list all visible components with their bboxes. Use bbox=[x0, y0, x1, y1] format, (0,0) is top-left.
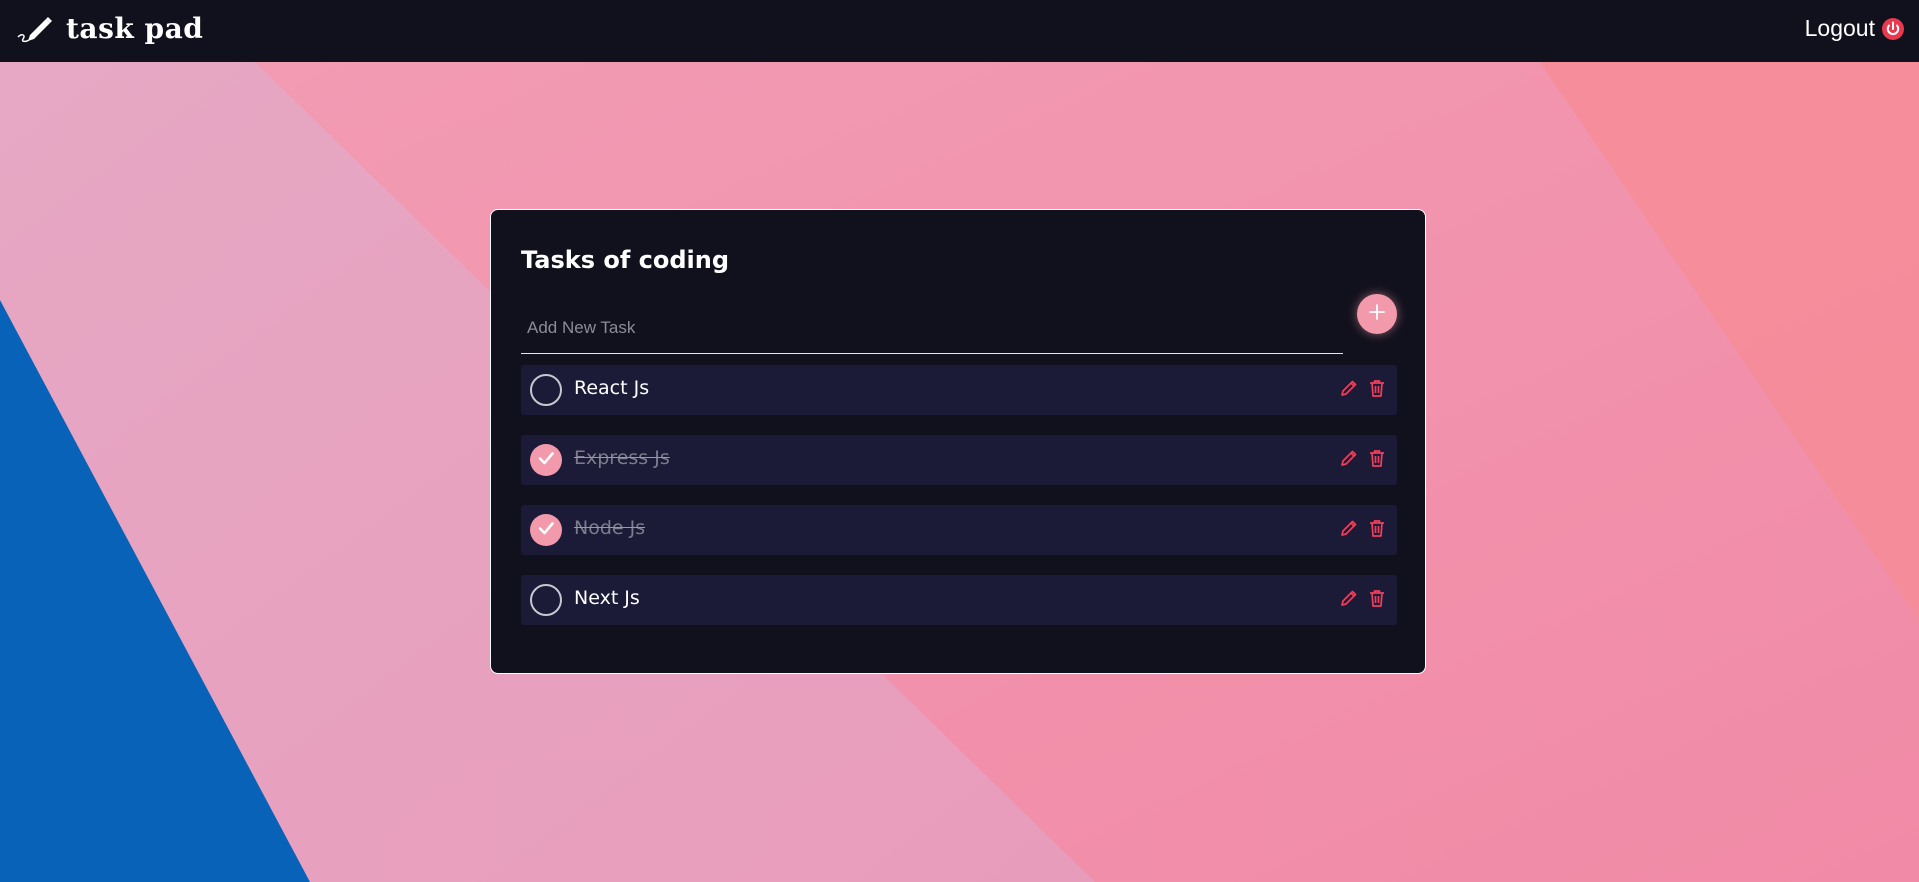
task-actions bbox=[1339, 518, 1387, 538]
power-icon bbox=[1881, 17, 1905, 41]
task-item: Next Js bbox=[521, 575, 1397, 625]
add-task-button[interactable] bbox=[1357, 294, 1397, 334]
task-checkbox[interactable] bbox=[530, 444, 562, 476]
task-item: Express Js bbox=[521, 435, 1397, 485]
logout-label: Logout bbox=[1804, 15, 1875, 41]
task-item: Node Js bbox=[521, 505, 1397, 555]
pencil-icon[interactable] bbox=[1339, 588, 1359, 608]
task-actions bbox=[1339, 448, 1387, 468]
new-task-field bbox=[521, 305, 1343, 354]
task-label: Node Js bbox=[574, 517, 646, 539]
task-list: React Js Express Js Node Js Next Js bbox=[521, 365, 1397, 645]
task-label: React Js bbox=[574, 377, 650, 399]
pencil-icon[interactable] bbox=[1339, 448, 1359, 468]
brand[interactable]: task pad bbox=[16, 8, 203, 48]
pen-icon bbox=[16, 13, 56, 43]
task-item: React Js bbox=[521, 365, 1397, 415]
top-navbar: task pad Logout bbox=[0, 0, 1919, 62]
trash-icon[interactable] bbox=[1367, 378, 1387, 398]
new-task-input[interactable] bbox=[521, 305, 1343, 351]
trash-icon[interactable] bbox=[1367, 518, 1387, 538]
task-actions bbox=[1339, 588, 1387, 608]
card-title: Tasks of coding bbox=[521, 246, 730, 274]
trash-icon[interactable] bbox=[1367, 448, 1387, 468]
task-checkbox[interactable] bbox=[530, 374, 562, 406]
task-checkbox[interactable] bbox=[530, 514, 562, 546]
task-checkbox[interactable] bbox=[530, 584, 562, 616]
plus-icon bbox=[1368, 303, 1386, 325]
task-label: Next Js bbox=[574, 587, 640, 609]
checkmark-icon bbox=[536, 518, 556, 542]
pencil-icon[interactable] bbox=[1339, 378, 1359, 398]
task-actions bbox=[1339, 378, 1387, 398]
trash-icon[interactable] bbox=[1367, 588, 1387, 608]
pencil-icon[interactable] bbox=[1339, 518, 1359, 538]
checkmark-icon bbox=[536, 448, 556, 472]
brand-name: task pad bbox=[66, 11, 204, 45]
task-label: Express Js bbox=[574, 447, 670, 469]
tasks-card: Tasks of coding React Js bbox=[490, 209, 1426, 674]
logout-button[interactable]: Logout bbox=[1805, 15, 1905, 42]
